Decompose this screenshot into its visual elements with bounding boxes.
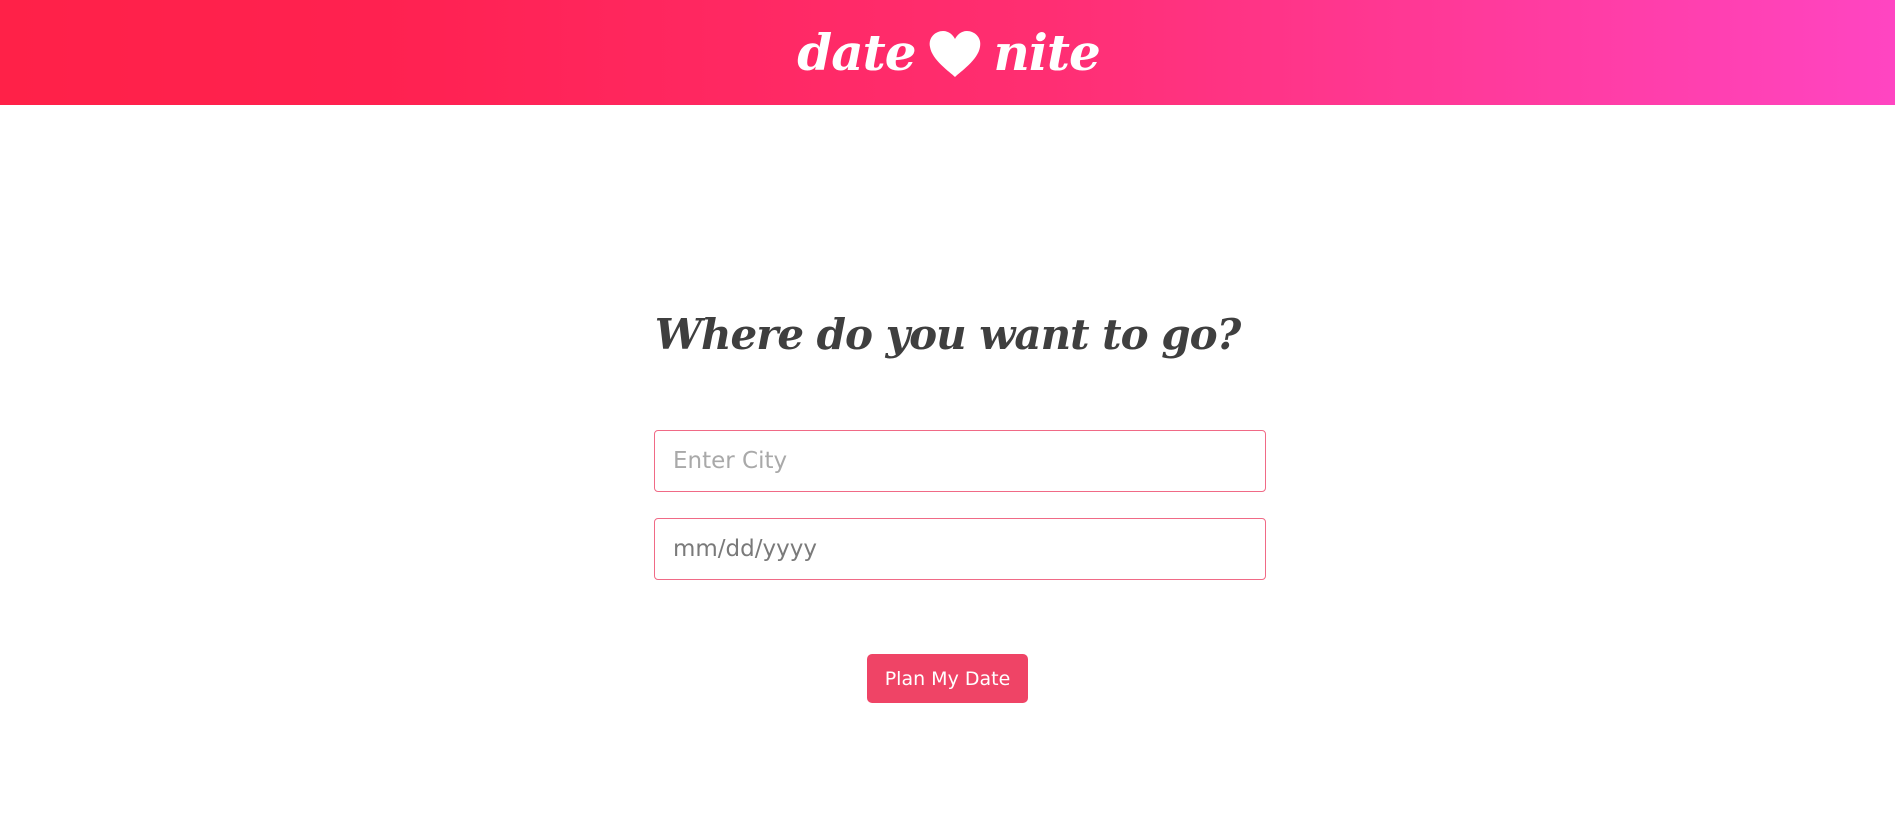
app-header: date nite: [0, 0, 1895, 105]
page-title: Where do you want to go?: [654, 310, 1241, 359]
logo[interactable]: date nite: [797, 23, 1101, 82]
heart-icon: [928, 30, 982, 79]
date-input[interactable]: [654, 518, 1266, 580]
plan-my-date-button[interactable]: Plan My Date: [867, 654, 1028, 703]
logo-text-nite: nite: [993, 23, 1101, 82]
logo-text-date: date: [797, 23, 916, 82]
city-input[interactable]: [654, 430, 1266, 492]
search-form: Where do you want to go? Plan My Date: [0, 105, 1895, 835]
